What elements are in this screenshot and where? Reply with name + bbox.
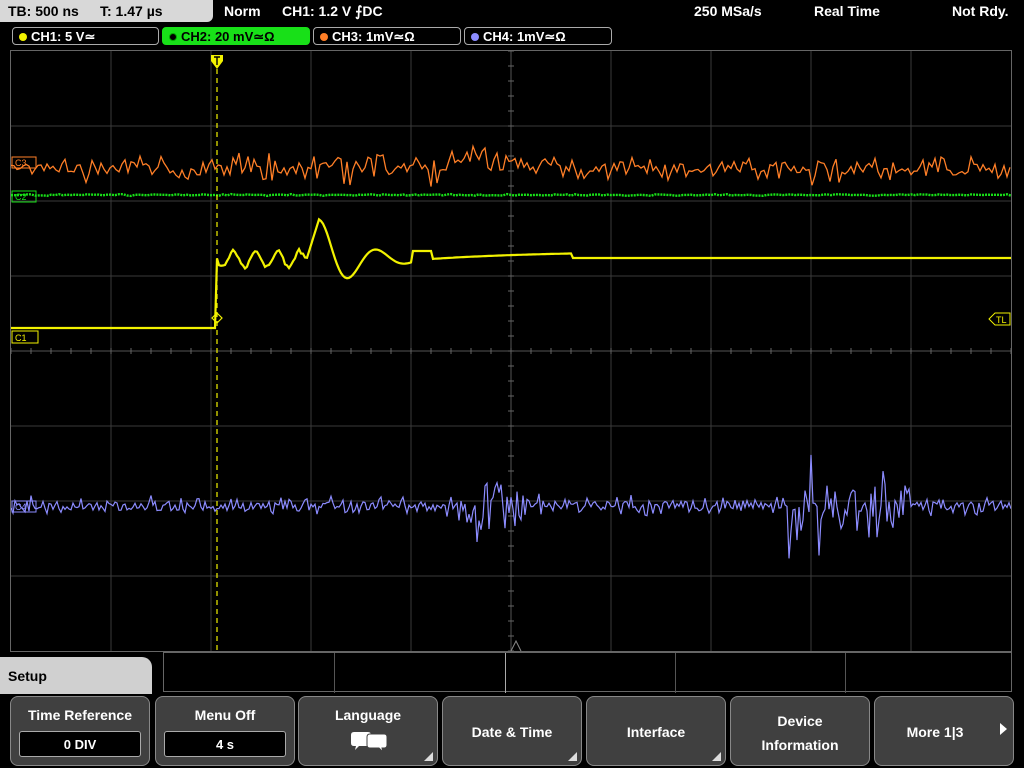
waveform-canvas: C3 C2 C1 C4 TL — [11, 51, 1011, 651]
channel-2-dot-icon — [169, 33, 177, 41]
time-reference-label: Time Reference — [27, 707, 132, 723]
channel-4-button[interactable]: CH4: 1mV≃Ω — [464, 27, 612, 45]
channel-1-button[interactable]: CH1: 5 V≃ — [12, 27, 159, 45]
interface-label: Interface — [626, 724, 686, 740]
channel-1-dot-icon — [19, 33, 27, 41]
trigger-mode[interactable]: Norm — [224, 0, 261, 22]
trigger-level-marker[interactable]: TL — [988, 312, 1011, 326]
language-label: Language — [334, 707, 402, 723]
svg-text:C3: C3 — [15, 158, 27, 168]
graticule — [11, 51, 1011, 651]
menu-title-tab: Setup — [0, 657, 152, 697]
channel-3-button[interactable]: CH3: 1mV≃Ω — [313, 27, 461, 45]
submenu-indicator-icon — [424, 752, 433, 761]
menu-off-label: Menu Off — [194, 707, 256, 723]
softkey-bar: Time Reference 0 DIV Menu Off 4 s Langua… — [0, 694, 1024, 768]
more-label: More 1|3 — [906, 724, 964, 740]
waveform-display[interactable]: C3 C2 C1 C4 TL — [10, 50, 1012, 652]
submenu-indicator-icon — [712, 752, 721, 761]
zoom-strip — [163, 652, 1012, 693]
svg-text:C2: C2 — [15, 192, 27, 202]
time-reference-value: 0 DIV — [19, 731, 141, 757]
sample-rate: 250 MSa/s — [694, 3, 762, 19]
svg-text:C4: C4 — [15, 502, 27, 512]
device-label: Device — [777, 713, 823, 729]
channel-3-label: CH3: 1mV≃Ω — [332, 29, 415, 44]
svg-text:TL: TL — [996, 315, 1007, 325]
speech-bubbles-icon — [351, 732, 388, 753]
interface-softkey[interactable]: Interface — [586, 696, 726, 766]
horizontal-reference-icon — [510, 639, 522, 651]
channel-2-offset-marker[interactable]: C2 — [11, 190, 37, 203]
channel-2-label: CH2: 20 mV≃Ω — [181, 29, 275, 44]
date-time-softkey[interactable]: Date & Time — [442, 696, 582, 766]
date-time-label: Date & Time — [471, 724, 553, 740]
channel-4-label: CH4: 1mV≃Ω — [483, 29, 566, 44]
channel-3-offset-marker[interactable]: C3 — [11, 156, 37, 169]
menu-off-value: 4 s — [164, 731, 286, 757]
timebase-readout: TB: 500 ns — [8, 3, 79, 19]
information-label: Information — [761, 737, 839, 753]
trigger-setting[interactable]: CH1: 1.2 V ⨍DC — [282, 0, 383, 22]
time-reference-softkey[interactable]: Time Reference 0 DIV — [10, 696, 150, 766]
menu-title: Setup — [8, 668, 47, 684]
channel-4-dot-icon — [471, 33, 479, 41]
submenu-indicator-icon — [568, 752, 577, 761]
channel-1-label: CH1: 5 V≃ — [31, 29, 96, 44]
device-information-softkey[interactable]: Device Information — [730, 696, 870, 766]
arrow-right-icon — [1000, 723, 1007, 735]
more-softkey[interactable]: More 1|3 — [874, 696, 1014, 766]
ready-state: Not Rdy. — [952, 3, 1009, 19]
acquisition-mode: Real Time — [814, 3, 880, 19]
channel-row: CH1: 5 V≃ CH2: 20 mV≃Ω CH3: 1mV≃Ω CH4: 1… — [0, 26, 1024, 48]
menu-off-softkey[interactable]: Menu Off 4 s — [155, 696, 295, 766]
timebase-box[interactable]: TB: 500 ns T: 1.47 µs — [0, 0, 213, 22]
language-softkey[interactable]: Language — [298, 696, 438, 766]
channel-1-offset-marker[interactable]: C1 — [11, 330, 39, 344]
channel-3-dot-icon — [320, 33, 328, 41]
trigger-time-readout: T: 1.47 µs — [100, 3, 163, 19]
channel-2-button[interactable]: CH2: 20 mV≃Ω — [162, 27, 310, 45]
status-bar: TB: 500 ns T: 1.47 µs Norm CH1: 1.2 V ⨍D… — [0, 0, 1024, 24]
svg-text:C1: C1 — [15, 333, 27, 343]
